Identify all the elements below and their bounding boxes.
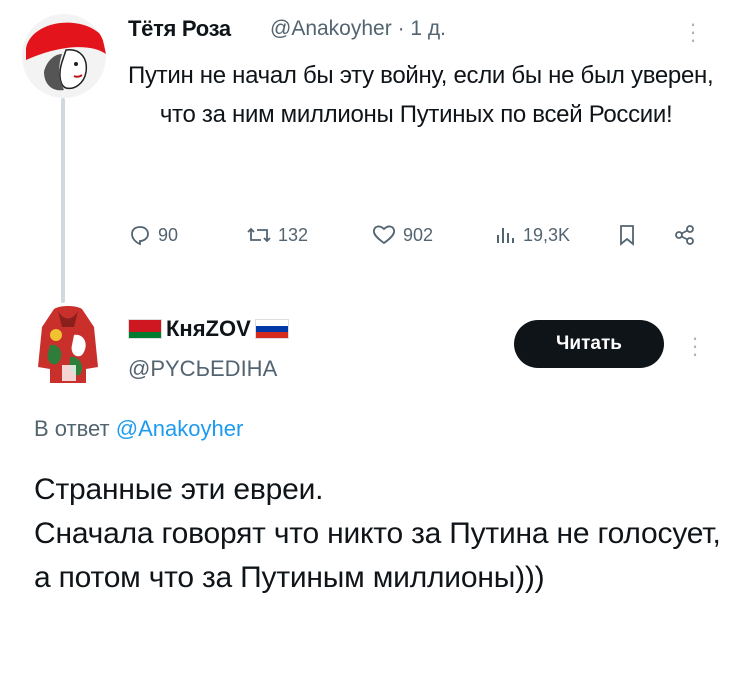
bookmark-icon — [620, 225, 634, 246]
tweet2-author[interactable]: КняZOV — [128, 316, 289, 342]
like-count: 902 — [403, 224, 434, 245]
share-icon — [675, 225, 694, 245]
reply-count: 90 — [158, 224, 179, 245]
tweet1-text: Путин не начал бы эту войну, если бы не … — [128, 62, 714, 128]
repost-icon — [247, 227, 271, 243]
reply-to-prefix: В ответ — [34, 416, 110, 441]
more-options-icon[interactable]: · · · — [690, 327, 700, 365]
tweet1-time[interactable]: 1 д. — [410, 17, 446, 40]
tweet1-action-bar: 90 132 902 19,3K — [128, 223, 718, 259]
reply-button[interactable]: 90 — [128, 223, 178, 247]
tweet1-meta: @Anakoyher · 1 д. — [270, 17, 446, 41]
avatar-hoodie-icon — [38, 306, 98, 383]
avatar-teta-roza[interactable] — [22, 14, 106, 98]
tweet1-handle[interactable]: @Anakoyher — [270, 17, 392, 40]
repost-count: 132 — [278, 224, 309, 245]
avatar-knyazov[interactable] — [36, 305, 100, 385]
reply-icon — [131, 226, 149, 246]
like-button[interactable]: 902 — [371, 223, 433, 247]
heart-icon — [372, 225, 396, 245]
reply-to-handle-link[interactable]: @Anakoyher — [116, 416, 244, 441]
follow-button[interactable]: Читать — [514, 320, 664, 368]
tweet2-author-name: КняZOV — [166, 316, 251, 341]
russia-flag-icon — [254, 319, 289, 339]
views-bar-chart-icon — [497, 228, 514, 243]
more-options-icon[interactable]: · · · — [688, 13, 698, 51]
avatar-illustration-icon — [22, 14, 106, 98]
views-count: 19,3K — [523, 224, 571, 245]
reply-to-line: В ответ @Anakoyher — [34, 416, 243, 442]
tweet2-handle[interactable]: @РYСЬЕDIНА — [128, 356, 277, 382]
belarus-flag-icon — [128, 319, 162, 339]
tweet2-text: Странные эти евреи. Сначала говорят что … — [34, 473, 721, 594]
meta-separator: · — [397, 17, 405, 40]
share-button[interactable] — [673, 223, 697, 247]
thread-line — [61, 98, 65, 303]
bookmark-button[interactable] — [616, 223, 638, 247]
tweet1-author-name[interactable]: Тётя Роза — [128, 16, 231, 42]
repost-button[interactable]: 132 — [246, 223, 308, 247]
views-button[interactable]: 19,3K — [495, 223, 570, 247]
